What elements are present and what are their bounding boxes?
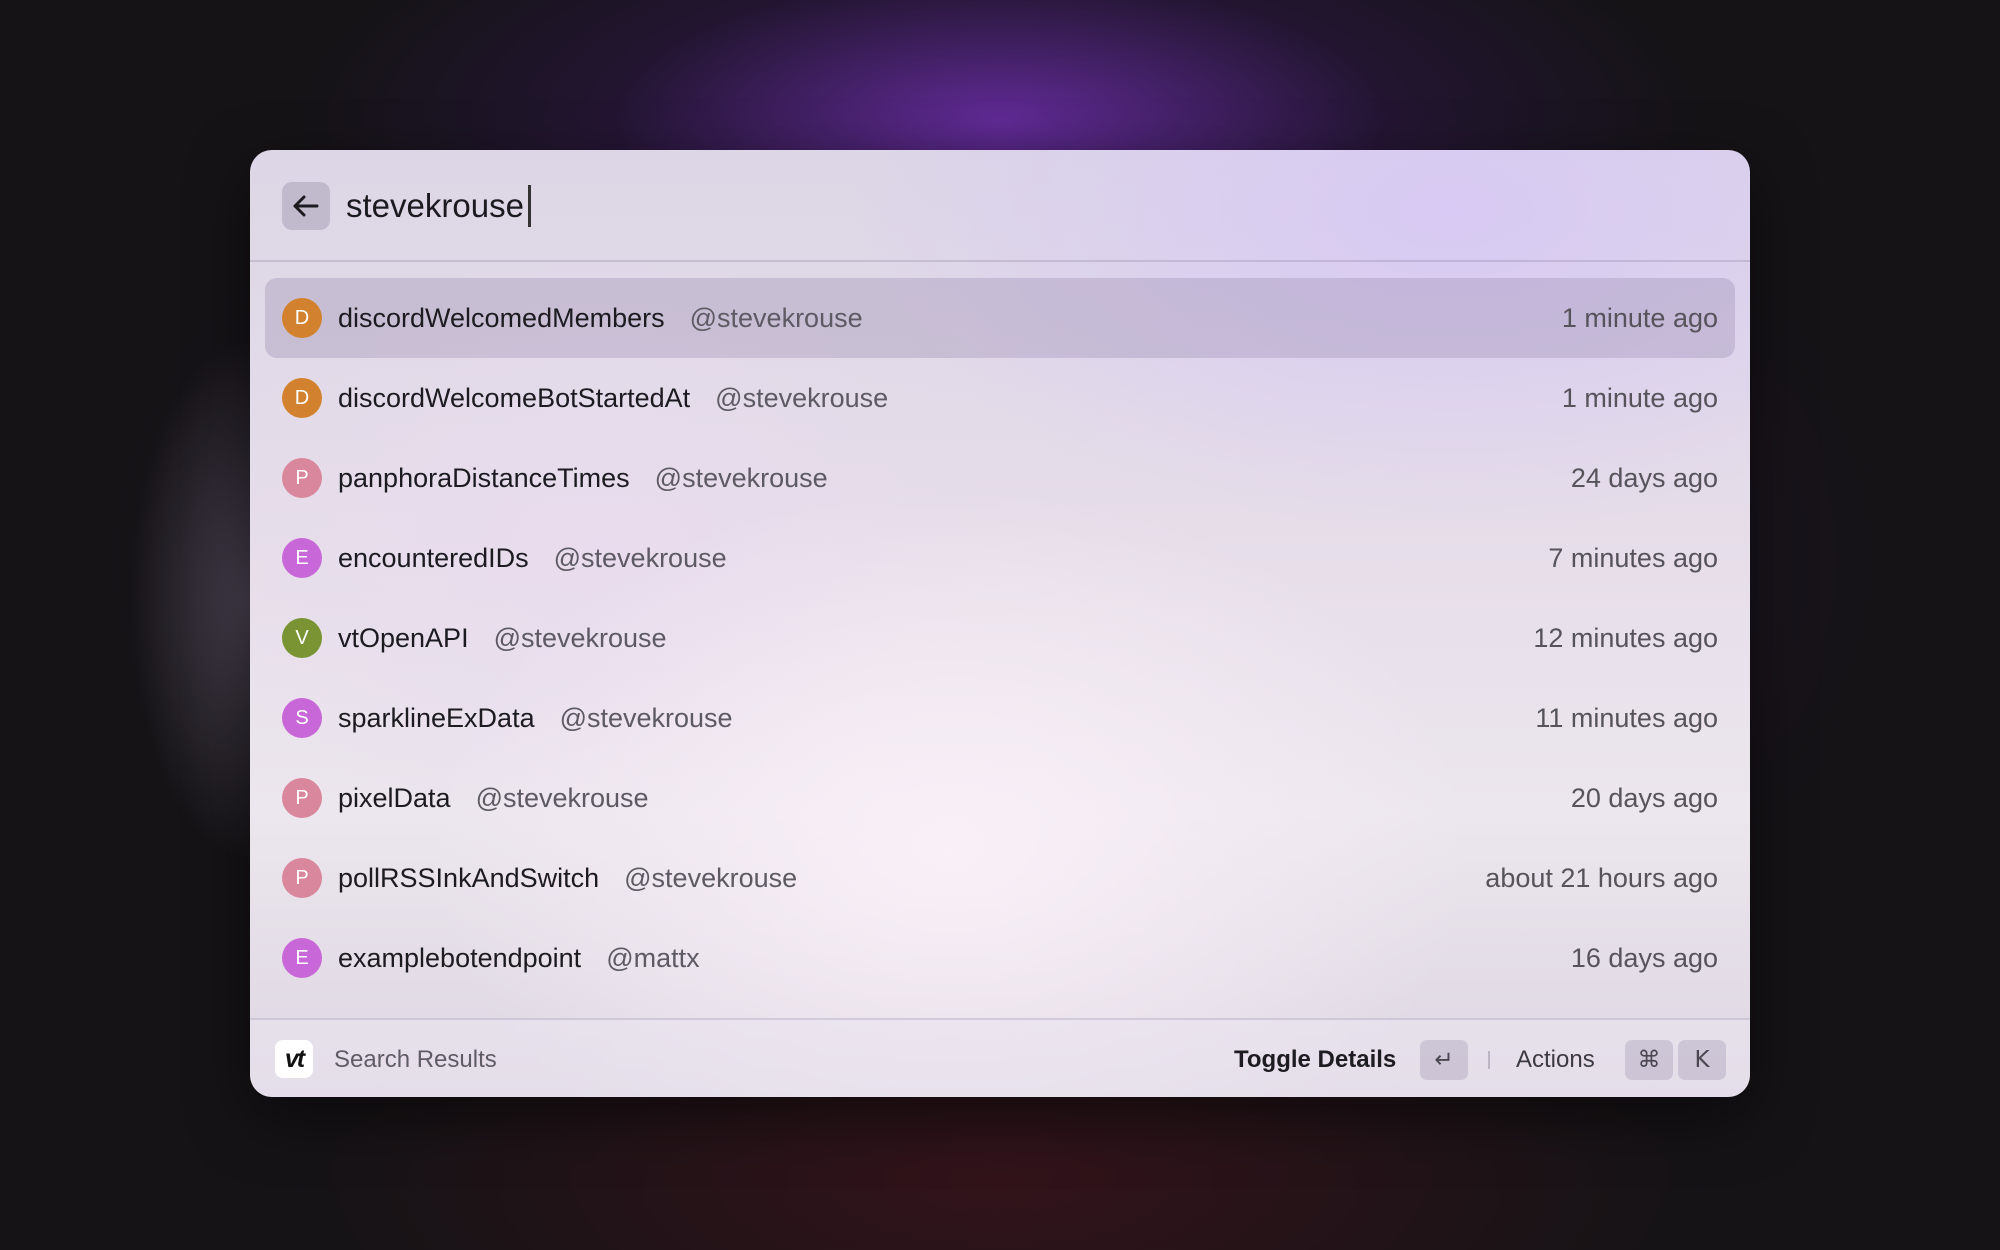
result-timestamp: 20 days ago — [1570, 782, 1718, 813]
result-row[interactable]: VvtOpenAPI @stevekrouse 12 minutes ago — [265, 598, 1735, 678]
result-name: pixelData — [338, 782, 451, 813]
footer-divider — [1488, 1051, 1490, 1069]
result-name: examplebotendpoint — [338, 942, 582, 973]
result-row[interactable]: PpixelData @stevekrouse 20 days ago — [265, 758, 1735, 838]
result-author: @stevekrouse — [493, 622, 667, 653]
result-text: encounteredIDs @stevekrouse — [338, 518, 727, 598]
search-input[interactable] — [346, 178, 1546, 234]
search-header — [250, 150, 1750, 262]
avatar: D — [282, 378, 322, 418]
result-author: @stevekrouse — [654, 462, 828, 493]
avatar: E — [282, 938, 322, 978]
result-text: vtOpenAPI @stevekrouse — [338, 598, 667, 678]
result-name: vtOpenAPI — [338, 622, 469, 653]
k-key-hint[interactable]: K — [1678, 1040, 1726, 1080]
avatar: P — [282, 778, 322, 818]
enter-key-hint[interactable]: ↵ — [1420, 1040, 1468, 1080]
result-row[interactable]: PpollRSSInkAndSwitch @stevekrouse about 21… — [265, 838, 1735, 918]
result-row[interactable]: DdiscordWelcomedMembers @stevekrouse 1 min… — [265, 278, 1735, 358]
avatar: P — [282, 458, 322, 498]
result-name: panphoraDistanceTimes — [338, 462, 630, 493]
result-text: examplebotendpoint @mattx — [338, 918, 700, 998]
arrow-left-icon — [293, 195, 319, 217]
result-row[interactable]: DdiscordWelcomeBotStartedAt @stevekrouse 1… — [265, 358, 1735, 438]
result-text: pixelData @stevekrouse — [338, 758, 649, 838]
command-palette-window: DdiscordWelcomedMembers @stevekrouse 1 min… — [250, 150, 1750, 1097]
result-row[interactable]: PpanphoraDistanceTimes @stevekrouse 24 day… — [265, 438, 1735, 518]
result-author: @stevekrouse — [624, 862, 798, 893]
result-timestamp: 11 minutes ago — [1535, 702, 1718, 733]
back-button[interactable] — [282, 182, 330, 230]
result-text: sparklineExData @stevekrouse — [338, 678, 733, 758]
result-text: panphoraDistanceTimes @stevekrouse — [338, 438, 828, 518]
logo-text: vt — [284, 1044, 305, 1073]
result-timestamp: 24 days ago — [1570, 462, 1718, 493]
avatar: P — [282, 858, 322, 898]
result-author: @stevekrouse — [553, 542, 727, 573]
result-name: discordWelcomeBotStartedAt — [338, 382, 691, 413]
result-name: pollRSSInkAndSwitch — [338, 862, 600, 893]
result-text: discordWelcomedMembers @stevekrouse — [338, 278, 863, 358]
result-timestamp: 12 minutes ago — [1533, 622, 1718, 653]
result-timestamp: 16 days ago — [1570, 942, 1718, 973]
result-text: discordWelcomeBotStartedAt @stevekrouse — [338, 358, 888, 438]
result-author: @stevekrouse — [715, 382, 889, 413]
result-timestamp: 7 minutes ago — [1548, 542, 1718, 573]
result-author: @mattx — [606, 942, 700, 973]
text-cursor — [528, 185, 531, 227]
avatar: S — [282, 698, 322, 738]
result-author: @stevekrouse — [559, 702, 733, 733]
avatar: D — [282, 298, 322, 338]
avatar: V — [282, 618, 322, 658]
val-town-logo: vt — [275, 1040, 313, 1078]
results-list: DdiscordWelcomedMembers @stevekrouse 1 min… — [265, 278, 1735, 998]
result-name: sparklineExData — [338, 702, 535, 733]
result-row[interactable]: SsparklineExData @stevekrouse 11 minutes a… — [265, 678, 1735, 758]
result-timestamp: about 21 hours ago — [1485, 862, 1718, 893]
avatar: E — [282, 538, 322, 578]
result-name: encounteredIDs — [338, 542, 529, 573]
result-name: discordWelcomedMembers — [338, 302, 665, 333]
footer-bar: vt Search Results Toggle Details ↵ Actio… — [250, 1018, 1750, 1097]
result-text: pollRSSInkAndSwitch @stevekrouse — [338, 838, 797, 918]
result-author: @stevekrouse — [475, 782, 649, 813]
result-row[interactable]: EencounteredIDs @stevekrouse 7 minutes ago — [265, 518, 1735, 598]
result-timestamp: 1 minute ago — [1561, 302, 1718, 333]
footer-title: Search Results — [334, 1045, 497, 1073]
command-key-hint[interactable]: ⌘ — [1625, 1040, 1673, 1080]
result-timestamp: 1 minute ago — [1561, 382, 1718, 413]
result-row[interactable]: Eexamplebotendpoint @mattx 16 days ago — [265, 918, 1735, 998]
actions-button[interactable]: Actions — [1516, 1020, 1595, 1097]
result-author: @stevekrouse — [689, 302, 863, 333]
toggle-details-button[interactable]: Toggle Details — [1234, 1020, 1396, 1097]
